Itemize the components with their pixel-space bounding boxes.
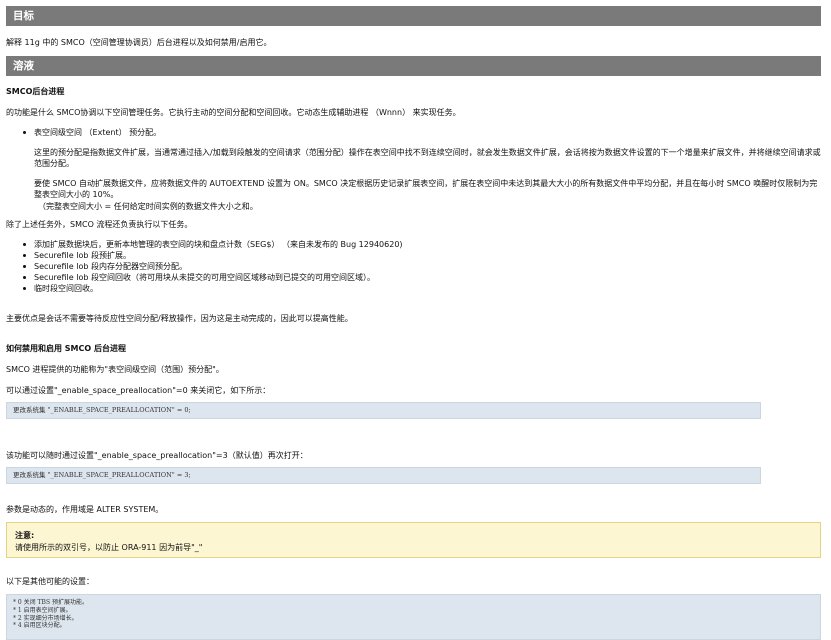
goal-text: 解释 11g 中的 SMCO（空间管理协调员）后台进程以及如何禁用/启用它。 — [6, 38, 272, 47]
task-item: Securefile lob 段空间回收（将可用块从未提交的可用空间区域移动到已… — [34, 273, 375, 282]
task-item: 临时段空间回收。 — [34, 284, 98, 293]
setting-line: * 0 关闭 TBS 预扩展功能。 — [13, 599, 88, 606]
task-item: 添加扩展数据块后，更新本地管理的表空间的块和盘点计数（SEG$） （来自未发布的… — [34, 240, 403, 249]
howto-section-title: 如何禁用和启用 SMCO 后台进程 — [6, 344, 126, 353]
goal-heading: 目标 — [13, 10, 34, 22]
task-item: Securefile lob 段内存分配器空间预分配。 — [34, 262, 187, 271]
disable-text: 可以通过设置"_enable_space_preallocation"=0 来关… — [6, 386, 271, 395]
paragraph-tablespace-size: （完整表空间大小 = 任何给定时间实例的数据文件大小之和。 — [38, 202, 258, 211]
dynamic-parameter-text: 参数是动态的，作用域是 ALTER SYSTEM。 — [6, 505, 164, 514]
disable-code-block: 更改系统集 "_ENABLE_SPACE_PREALLOCATION" = 0; — [6, 402, 761, 419]
enable-text: 该功能可以随时通过设置"_enable_space_preallocation"… — [6, 451, 308, 460]
smco-section-title: SMCO后台进程 — [6, 87, 65, 96]
note-text: 请使用所示的双引号，以防止 ORA-911 因为前导"_" — [15, 543, 203, 552]
solution-heading: 溶液 — [13, 60, 34, 72]
solution-heading-bar: 溶液 — [6, 56, 821, 76]
other-settings-code-block: * 0 关闭 TBS 预扩展功能。 * 1 启用表空间扩展。 * 2 实现细分市… — [6, 594, 821, 640]
bullet-dot — [23, 287, 26, 290]
advantage-text: 主要优点是会话不需要等待反应性空间分配/释放操作，因为这是主动完成的，因此可以提… — [6, 314, 353, 323]
bullet-dot — [23, 276, 26, 279]
bullet-extent: 表空间级空间 （Extent） 预分配。 — [34, 128, 162, 137]
goal-heading-bar: 目标 — [6, 6, 821, 26]
setting-line: * 1 启用表空间扩展。 — [13, 606, 72, 614]
paragraph-autoextend: 要使 SMCO 自动扩展数据文件，应将数据文件的 AUTOEXTEND 设置为 … — [34, 179, 818, 199]
howto-intro: SMCO 进程提供的功能称为"表空间级空间（范围）预分配"。 — [6, 365, 224, 374]
note-box: 注意: 请使用所示的双引号，以防止 ORA-911 因为前导"_" — [6, 522, 821, 558]
bullet-dot — [23, 243, 26, 246]
other-settings-title: 以下是其他可能的设置： — [6, 577, 94, 586]
setting-line: * 4 启用区块分配。 — [13, 622, 66, 630]
paragraph-preallocation: 这里的预分配是指数据文件扩展，当通常通过插入/加载到段触发的空间请求（范围分配）… — [34, 148, 821, 168]
besides-text: 除了上述任务外，SMCO 流程还负责执行以下任务。 — [6, 220, 193, 229]
bullet-dot — [23, 254, 26, 257]
smco-intro: 的功能是什么 SMCO协调以下空间管理任务。它执行主动的空间分配和空间回收。它动… — [6, 108, 461, 117]
task-item: Securefile lob 段预扩展。 — [34, 251, 131, 260]
bullet-dot — [23, 265, 26, 268]
note-title: 注意: — [15, 531, 35, 540]
bullet-dot — [23, 131, 26, 134]
enable-code-block: 更改系统集 "_ENABLE_SPACE_PREALLOCATION" = 3; — [6, 467, 761, 484]
setting-line: * 2 实现细分市场增长。 — [13, 614, 78, 622]
